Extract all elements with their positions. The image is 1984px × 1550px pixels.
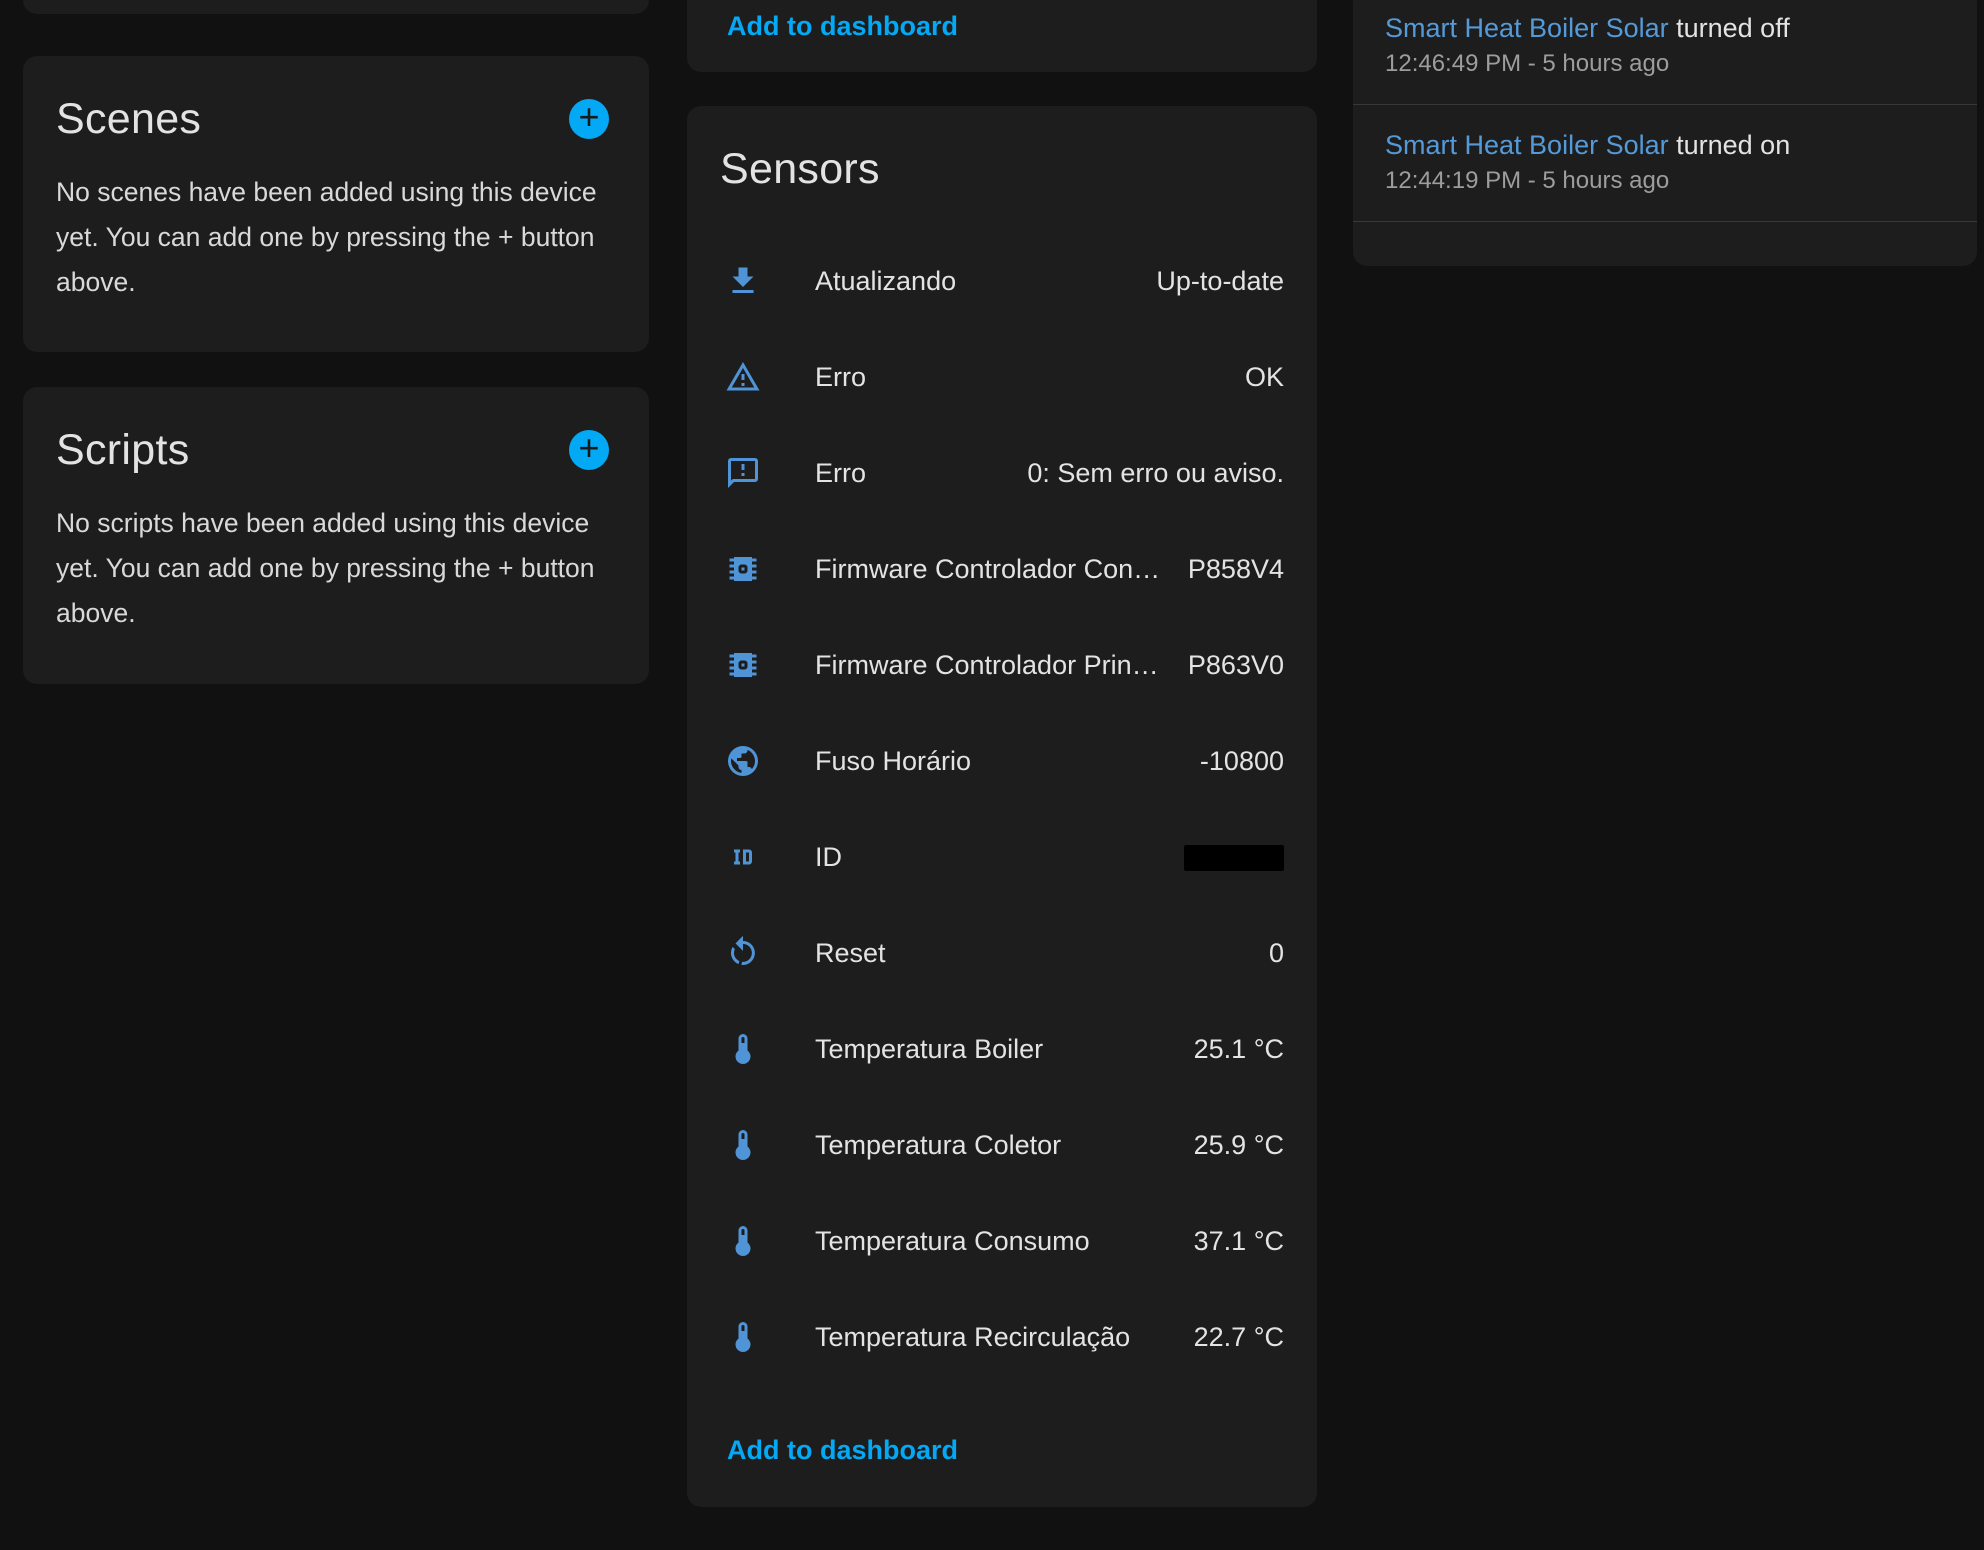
sensor-name: ID <box>815 842 842 873</box>
sensors-card-footer: Add to dashboard <box>687 1385 1317 1505</box>
sensors-title: Sensors <box>720 144 880 194</box>
sensor-value-redacted <box>1164 842 1284 873</box>
sensor-value: P858V4 <box>1168 554 1284 585</box>
sensor-row-fuso-horario[interactable]: Fuso Horário -10800 <box>687 713 1317 809</box>
logbook-entry: Smart Heat Boiler Solar turned on 12:44:… <box>1353 105 1977 222</box>
add-scene-button[interactable]: + <box>569 99 609 139</box>
plus-icon: + <box>578 99 599 135</box>
message-alert-icon <box>725 455 761 491</box>
sensor-value: 22.7 °C <box>1174 1322 1284 1353</box>
restart-icon <box>725 935 761 971</box>
scenes-empty-text: No scenes have been added using this dev… <box>23 170 649 305</box>
logbook-entry-text: Smart Heat Boiler Solar turned on <box>1385 127 1945 163</box>
sensor-name: Firmware Controlador Prin… <box>815 650 1159 681</box>
sensor-value: OK <box>1225 362 1284 393</box>
add-script-button[interactable]: + <box>569 430 609 470</box>
sensor-row-atualizando[interactable]: Atualizando Up-to-date <box>687 233 1317 329</box>
sensor-name: Reset <box>815 938 886 969</box>
entity-link[interactable]: Smart Heat Boiler Solar <box>1385 130 1669 160</box>
sensor-value: P863V0 <box>1168 650 1284 681</box>
sensors-card-header: Sensors <box>687 106 1317 194</box>
scripts-title: Scripts <box>56 425 190 475</box>
scripts-card-header: Scripts + <box>23 387 649 475</box>
sensor-list: Atualizando Up-to-date Erro OK Erro 0: S… <box>687 233 1317 1385</box>
sensor-name: Erro <box>815 362 866 393</box>
add-to-dashboard-link[interactable]: Add to dashboard <box>727 11 958 42</box>
thermometer-icon <box>725 1127 761 1163</box>
download-icon <box>725 263 761 299</box>
sensor-value: -10800 <box>1180 746 1284 777</box>
card-partial-top-left <box>23 0 649 14</box>
sensor-value: 0 <box>1249 938 1284 969</box>
identifier-icon <box>725 839 761 875</box>
earth-icon <box>725 743 761 779</box>
scripts-empty-text: No scripts have been added using this de… <box>23 501 649 636</box>
sensor-row-erro-message[interactable]: Erro 0: Sem erro ou aviso. <box>687 425 1317 521</box>
alert-outline-icon <box>725 359 761 395</box>
logbook-action: turned on <box>1676 130 1790 160</box>
add-to-dashboard-link[interactable]: Add to dashboard <box>727 1435 958 1466</box>
sensor-row-id[interactable]: ID <box>687 809 1317 905</box>
logbook-card: Smart Heat Boiler Solar turned off 12:46… <box>1353 0 1977 266</box>
sensor-value: 25.1 °C <box>1174 1034 1284 1065</box>
sensor-name: Erro <box>815 458 866 489</box>
entity-link[interactable]: Smart Heat Boiler Solar <box>1385 13 1669 43</box>
chip-icon <box>725 551 761 587</box>
logbook-timestamp: 12:46:49 PM - 5 hours ago <box>1385 46 1945 82</box>
logbook-timestamp: 12:44:19 PM - 5 hours ago <box>1385 163 1945 199</box>
sensor-name: Fuso Horário <box>815 746 971 777</box>
sensor-row-firmware-controlador-principal[interactable]: Firmware Controlador Prin… P863V0 <box>687 617 1317 713</box>
sensors-card: Sensors Atualizando Up-to-date Erro OK <box>687 106 1317 1507</box>
sensor-row-temperatura-consumo[interactable]: Temperatura Consumo 37.1 °C <box>687 1193 1317 1289</box>
card-partial-top-middle: Add to dashboard <box>687 0 1317 72</box>
scenes-card: Scenes + No scenes have been added using… <box>23 56 649 352</box>
scenes-card-header: Scenes + <box>23 56 649 144</box>
sensor-name: Firmware Controlador Con… <box>815 554 1160 585</box>
sensor-name: Temperatura Boiler <box>815 1034 1043 1065</box>
sensor-value: 25.9 °C <box>1174 1130 1284 1161</box>
thermometer-icon <box>725 1031 761 1067</box>
sensor-row-firmware-controlador-consumo[interactable]: Firmware Controlador Con… P858V4 <box>687 521 1317 617</box>
logbook-action: turned off <box>1676 13 1790 43</box>
scripts-card: Scripts + No scripts have been added usi… <box>23 387 649 684</box>
plus-icon: + <box>578 430 599 466</box>
sensor-row-erro-status[interactable]: Erro OK <box>687 329 1317 425</box>
sensor-value: Up-to-date <box>1136 266 1284 297</box>
scenes-title: Scenes <box>56 94 201 144</box>
sensor-row-reset[interactable]: Reset 0 <box>687 905 1317 1001</box>
sensor-value: 0: Sem erro ou aviso. <box>1007 458 1284 489</box>
logbook-entry: Smart Heat Boiler Solar turned off 12:46… <box>1353 0 1977 105</box>
chip-icon <box>725 647 761 683</box>
thermometer-icon <box>725 1223 761 1259</box>
logbook-entry-text: Smart Heat Boiler Solar turned off <box>1385 10 1945 46</box>
device-page: Scenes + No scenes have been added using… <box>0 0 1984 1550</box>
sensor-row-temperatura-coletor[interactable]: Temperatura Coletor 25.9 °C <box>687 1097 1317 1193</box>
sensor-name: Temperatura Coletor <box>815 1130 1061 1161</box>
sensor-row-temperatura-recirculacao[interactable]: Temperatura Recirculação 22.7 °C <box>687 1289 1317 1385</box>
sensor-name: Temperatura Consumo <box>815 1226 1090 1257</box>
sensor-row-temperatura-boiler[interactable]: Temperatura Boiler 25.1 °C <box>687 1001 1317 1097</box>
sensor-name: Temperatura Recirculação <box>815 1322 1130 1353</box>
sensor-name: Atualizando <box>815 266 956 297</box>
thermometer-icon <box>725 1319 761 1355</box>
redacted-id-box <box>1184 845 1284 871</box>
sensor-value: 37.1 °C <box>1174 1226 1284 1257</box>
